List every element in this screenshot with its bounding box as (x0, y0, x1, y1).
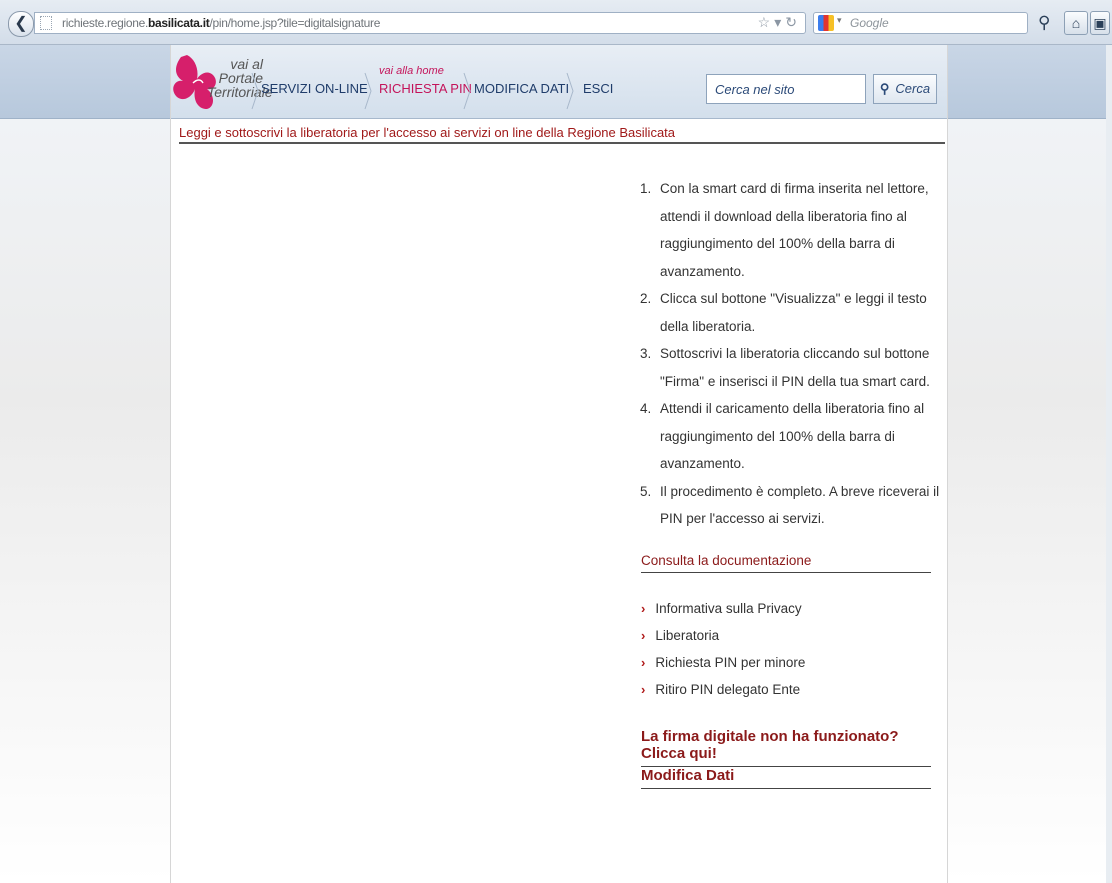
address-bar[interactable]: richieste.regione.basilicata.it/pin/home… (34, 12, 806, 34)
url-text: richieste.regione.basilicata.it/pin/home… (62, 16, 381, 30)
site-search-input[interactable]: Cerca nel sito (706, 74, 866, 104)
browser-search-placeholder: Google (850, 16, 889, 30)
nav-separator (364, 72, 372, 110)
docs-links-list: › Informativa sulla Privacy › Liberatoria … (641, 595, 931, 703)
step-number: 2. (640, 291, 652, 306)
instructions-list: 1. Con la smart card di firma inserita ne… (640, 175, 956, 533)
nav-esci[interactable]: ESCI (583, 81, 613, 96)
doc-link-label: Liberatoria (655, 628, 720, 643)
search-icon: ⚲ (879, 81, 890, 96)
browser-toolbar: ❮ richieste.regione.basilicata.it/pin/ho… (0, 0, 1112, 45)
list-item: 4. Attendi il caricamento della liberator… (640, 395, 956, 478)
step-number: 3. (640, 346, 652, 361)
reload-icon[interactable]: ↻ (785, 14, 797, 30)
doc-link-ritiro-pin[interactable]: › Ritiro PIN delegato Ente (641, 676, 931, 703)
addon-icon[interactable]: ▣ (1090, 11, 1110, 35)
nav-modifica-dati[interactable]: MODIFICA DATI (474, 81, 569, 96)
engine-dropdown-icon[interactable]: ▾ (837, 15, 842, 26)
chevron-right-icon: › (641, 601, 646, 616)
step-text: Clicca sul bottone "Visualizza" e leggi … (660, 291, 927, 334)
doc-link-label: Richiesta PIN per minore (655, 655, 806, 670)
list-item: 5. Il procedimento è completo. A breve ri… (640, 478, 956, 533)
nav-separator (463, 72, 471, 110)
scrollbar[interactable] (1106, 45, 1112, 883)
search-icon[interactable]: ⚲ (1038, 13, 1050, 33)
step-text: Il procedimento è completo. A breve rice… (660, 483, 940, 527)
step-text: Attendi il caricamento della liberatoria… (660, 401, 925, 471)
firma-help-link[interactable]: La firma digitale non ha funzionato? Cli… (641, 728, 931, 767)
search-button-label: Cerca (895, 81, 931, 96)
step-number: 4. (640, 401, 652, 416)
url-actions: ☆ ▾ ↻ (754, 14, 797, 31)
page-icon (40, 16, 52, 30)
nav-separator (566, 72, 574, 110)
search-button[interactable]: ⚲ Cerca (873, 74, 937, 104)
home-hint[interactable]: vai alla home (379, 65, 444, 77)
step-text: Con la smart card di firma inserita nel … (660, 181, 929, 279)
browser-search-box[interactable]: ▾ Google (813, 12, 1028, 34)
back-arrow-icon[interactable]: ❮ (8, 11, 34, 37)
nav-richiesta-pin[interactable]: RICHIESTA PIN (379, 81, 472, 96)
doc-link-pin-minore[interactable]: › Richiesta PIN per minore (641, 649, 931, 676)
home-icon[interactable]: ⌂ (1064, 11, 1088, 35)
doc-link-privacy[interactable]: › Informativa sulla Privacy (641, 595, 931, 622)
nav-separator (251, 72, 259, 110)
doc-link-label: Ritiro PIN delegato Ente (655, 682, 801, 697)
list-item: 1. Con la smart card di firma inserita ne… (640, 175, 956, 285)
page-title: Leggi e sottoscrivi la liberatoria per l… (179, 125, 945, 144)
dropdown-arrow-icon[interactable]: ▾ (774, 14, 781, 30)
page-container: vai al Portale Territoriale SERVIZI ON-L… (170, 45, 948, 883)
docs-section-title: Consulta la documentazione (641, 553, 931, 573)
doc-link-label: Informativa sulla Privacy (655, 601, 802, 616)
modifica-dati-link[interactable]: Modifica Dati (641, 767, 931, 789)
chevron-right-icon: › (641, 655, 646, 670)
step-number: 1. (640, 181, 652, 196)
logo-line: vai al (230, 56, 263, 72)
bookmark-star-icon[interactable]: ☆ (758, 14, 771, 30)
doc-link-liberatoria[interactable]: › Liberatoria (641, 622, 931, 649)
chevron-right-icon: › (641, 628, 646, 643)
step-text: Sottoscrivi la liberatoria cliccando sul… (660, 346, 930, 389)
site-navbar: vai al Portale Territoriale SERVIZI ON-L… (171, 45, 947, 119)
list-item: 3. Sottoscrivi la liberatoria cliccando s… (640, 340, 956, 395)
google-icon[interactable] (818, 15, 834, 31)
step-number: 5. (640, 483, 652, 499)
list-item: 2. Clicca sul bottone "Visualizza" e legg… (640, 285, 956, 340)
nav-servizi-online[interactable]: SERVIZI ON-LINE (261, 81, 368, 96)
chevron-right-icon: › (641, 682, 646, 697)
